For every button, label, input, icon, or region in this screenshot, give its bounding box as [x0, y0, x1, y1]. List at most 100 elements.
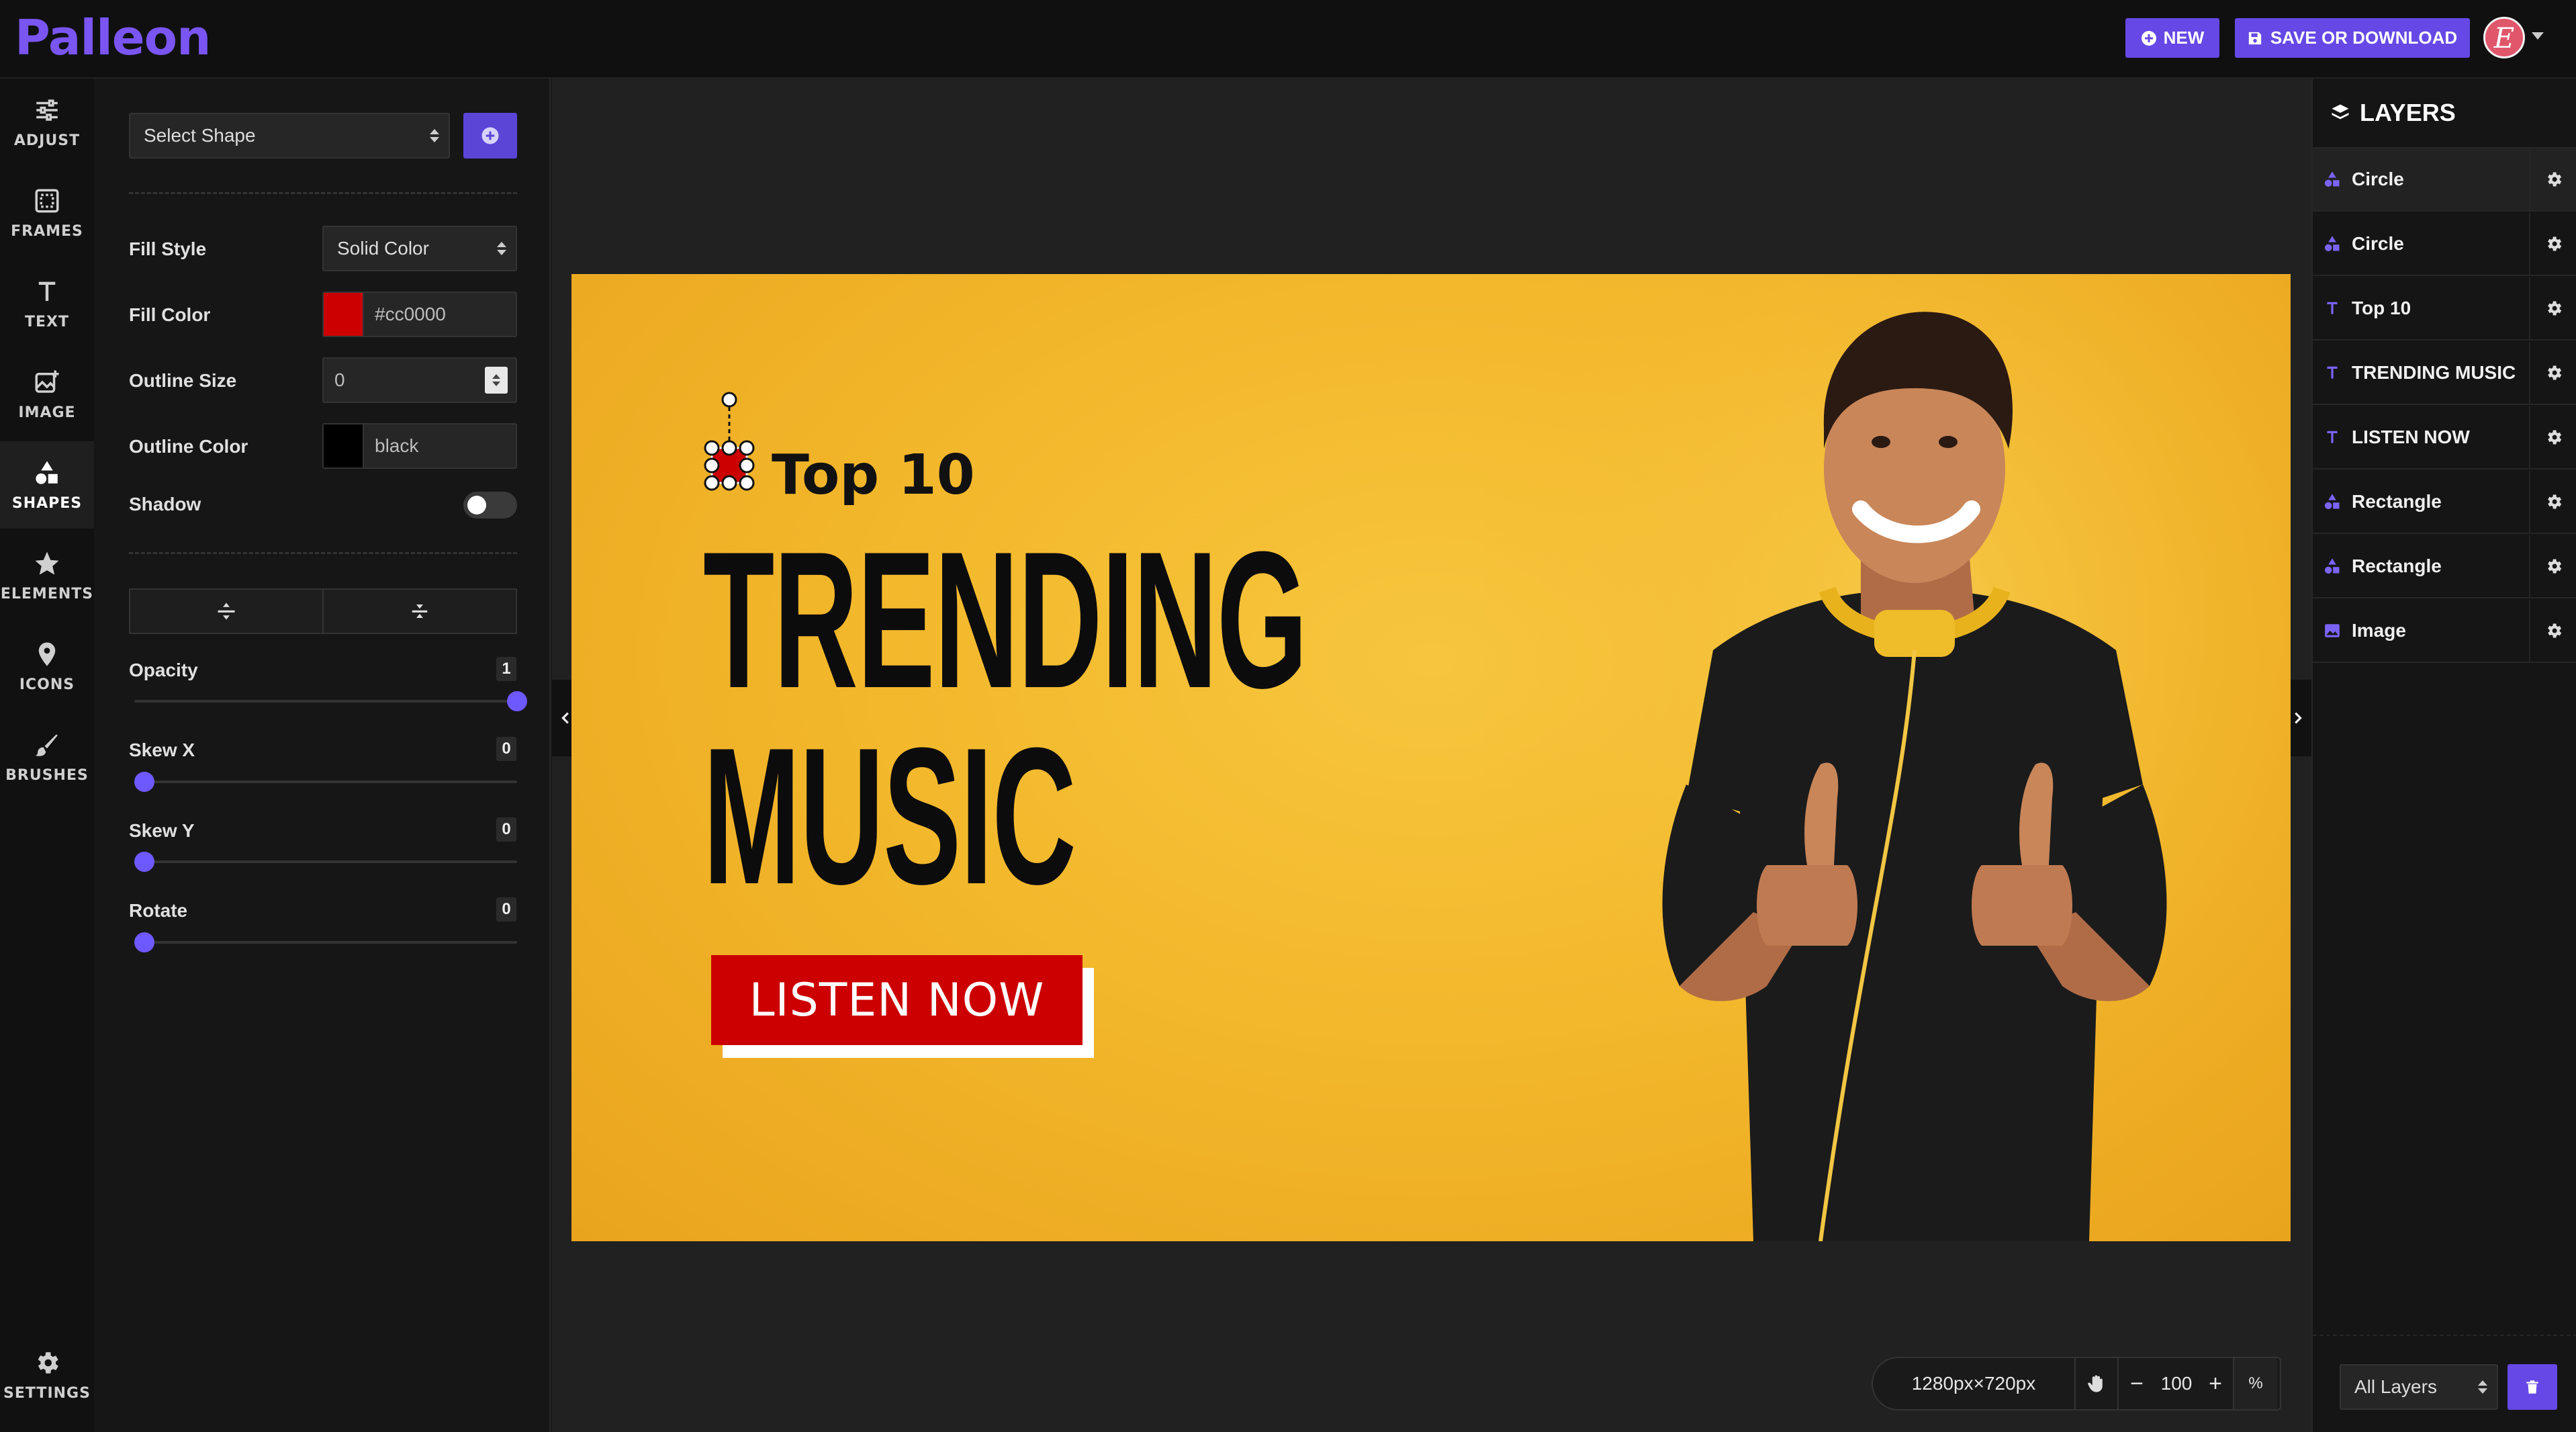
nav-icons[interactable]: ICONS [0, 623, 94, 710]
fill-color-swatch[interactable] [324, 293, 364, 336]
layers-header: LAYERS [2313, 79, 2576, 148]
artboard-text-trending[interactable]: TRENDING [703, 523, 1307, 717]
frame-icon [35, 189, 59, 212]
toggle-knob [467, 496, 486, 514]
skew-x-slider[interactable] [134, 772, 517, 792]
brush-icon [35, 733, 58, 756]
sliders-icon [36, 99, 58, 121]
select-shape-dropdown[interactable]: Select Shape [129, 113, 450, 159]
artboard-text-music[interactable]: MUSIC [703, 719, 1076, 913]
gear-icon [2548, 623, 2562, 638]
slider-thumb[interactable] [134, 932, 154, 952]
slider-thumb[interactable] [507, 691, 527, 711]
delete-layer-button[interactable] [2508, 1364, 2557, 1410]
layers-title: LAYERS [2360, 99, 2456, 126]
flip-horizontal-button[interactable] [130, 590, 322, 633]
gear-icon [38, 1351, 58, 1374]
slider-thumb[interactable] [134, 772, 154, 792]
layer-settings-button[interactable] [2529, 277, 2576, 339]
nav-frames[interactable]: FRAMES [0, 169, 94, 257]
star-icon [35, 551, 59, 575]
artboard-listen-now-button[interactable]: LISTEN NOW [711, 955, 1083, 1045]
outline-size-input[interactable]: 0 [322, 357, 517, 403]
layer-settings-button[interactable] [2529, 148, 2576, 210]
skew-y-slider[interactable] [134, 852, 517, 872]
layer-filter-value: All Layers [2354, 1376, 2437, 1397]
text-icon [38, 281, 56, 301]
canvas-dimensions: 1280px×720px [1911, 1373, 2036, 1394]
map-pin-icon [38, 642, 56, 666]
floppy-disk-icon [2248, 32, 2262, 44]
layer-row[interactable]: Top 10 [2313, 277, 2576, 341]
rotate-label: Rotate [129, 900, 188, 921]
layer-row[interactable]: Circle [2313, 148, 2576, 212]
layer-row[interactable]: Rectangle [2313, 471, 2576, 534]
selected-circle-shape[interactable] [696, 392, 763, 506]
design-artboard[interactable]: Top 10 TRENDING MUSIC LISTEN NOW [571, 274, 2291, 1241]
layer-row[interactable]: TRENDING MUSIC [2313, 342, 2576, 405]
user-avatar[interactable]: E [2483, 17, 2525, 58]
gear-icon [2548, 494, 2562, 509]
nav-shapes[interactable]: SHAPES [0, 441, 94, 529]
nav-label: ICONS [19, 676, 75, 693]
zoom-in-button[interactable]: + [2198, 1371, 2233, 1397]
nav-text[interactable]: TEXT [0, 260, 94, 347]
save-download-button[interactable]: SAVE OR DOWNLOAD [2235, 18, 2470, 58]
artboard-text-top10[interactable]: Top 10 [772, 443, 975, 507]
rotate-value: 0 [496, 897, 516, 922]
layers-icon [2332, 104, 2349, 120]
layer-row[interactable]: LISTEN NOW [2313, 406, 2576, 469]
zoom-percent-button[interactable]: % [2233, 1358, 2277, 1409]
layer-settings-button[interactable] [2529, 471, 2576, 533]
flip-vertical-icon [412, 605, 428, 618]
number-stepper[interactable] [485, 367, 508, 394]
slider-thumb[interactable] [134, 852, 154, 872]
shadow-toggle[interactable] [463, 492, 517, 519]
tool-sidebar: ADJUST FRAMES TEXT IMAGE SHAPES ELEMENTS… [0, 79, 94, 1432]
chevron-down-icon[interactable] [2532, 32, 2544, 40]
layer-settings-button[interactable] [2529, 213, 2576, 275]
layer-row[interactable]: Circle [2313, 213, 2576, 276]
nav-label: BRUSHES [5, 766, 89, 784]
new-button-label: NEW [2163, 28, 2205, 48]
zoom-out-button[interactable]: − [2117, 1358, 2155, 1409]
opacity-slider[interactable] [134, 691, 527, 711]
gear-icon [2548, 365, 2562, 380]
layer-settings-button[interactable] [2529, 535, 2576, 597]
layer-settings-button[interactable] [2529, 600, 2576, 662]
fill-style-select[interactable]: Solid Color [322, 226, 517, 271]
layer-name: Rectangle [2352, 491, 2442, 512]
fill-color-field[interactable]: #cc0000 [322, 292, 517, 337]
opacity-label: Opacity [129, 660, 198, 680]
new-button[interactable]: NEW [2125, 18, 2219, 58]
outline-color-field[interactable]: black [322, 423, 517, 469]
trash-icon [2526, 1380, 2538, 1394]
layer-row[interactable]: Image [2313, 600, 2576, 663]
nav-settings[interactable]: SETTINGS [0, 1331, 94, 1419]
nav-image[interactable]: IMAGE [0, 351, 94, 438]
layer-settings-button[interactable] [2529, 342, 2576, 404]
nav-label: IMAGE [18, 404, 76, 421]
flip-vertical-button[interactable] [322, 590, 516, 633]
layer-row[interactable]: Rectangle [2313, 535, 2576, 598]
layer-name: LISTEN NOW [2352, 427, 2470, 447]
person-photo[interactable] [1485, 274, 2291, 1241]
nav-adjust[interactable]: ADJUST [0, 79, 94, 166]
layer-settings-button[interactable] [2529, 406, 2576, 468]
add-shape-button[interactable] [463, 113, 517, 159]
layer-name: Image [2352, 620, 2406, 641]
select-arrows-icon [430, 129, 439, 142]
app-logo[interactable]: Palleon [15, 9, 211, 66]
outline-color-swatch[interactable] [324, 424, 364, 467]
zoom-level-input[interactable]: 100 [2155, 1373, 2198, 1394]
outline-size-label: Outline Size [129, 370, 237, 391]
rotate-slider[interactable] [134, 932, 517, 952]
nav-brushes[interactable]: BRUSHES [0, 713, 94, 801]
gear-icon [2548, 301, 2562, 316]
skew-y-value: 0 [496, 817, 516, 842]
pan-tool-button[interactable] [2074, 1358, 2117, 1409]
nav-elements[interactable]: ELEMENTS [0, 532, 94, 619]
fill-style-label: Fill Style [129, 238, 207, 259]
layer-filter-select[interactable]: All Layers [2340, 1364, 2498, 1410]
layer-name: Circle [2352, 169, 2404, 189]
